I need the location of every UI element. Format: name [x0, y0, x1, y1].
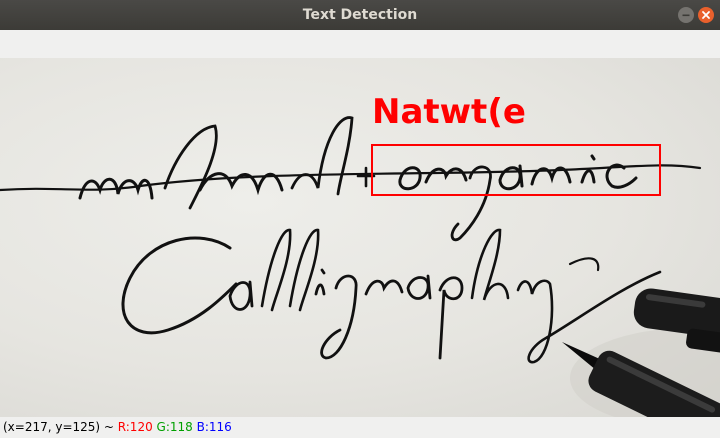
minimize-button[interactable]	[678, 7, 694, 23]
blue-value: B:116	[196, 420, 232, 434]
window-title: Text Detection	[302, 7, 418, 23]
calligraphy-image	[0, 116, 720, 417]
toolbar-area	[0, 30, 720, 58]
detection-bounding-box	[371, 144, 661, 196]
detected-text-label: Natwt(e	[372, 92, 526, 132]
close-icon	[702, 11, 710, 19]
title-bar[interactable]: Text Detection	[0, 0, 720, 30]
minimize-icon	[682, 14, 690, 17]
status-bar: (x=217, y=125) ~ R:120 G:118 B:116	[0, 417, 720, 438]
image-canvas[interactable]: Natwt(e	[0, 58, 720, 417]
close-button[interactable]	[698, 7, 714, 23]
green-value: G:118	[156, 420, 193, 434]
cursor-coordinates: (x=217, y=125) ~	[3, 420, 118, 434]
app-window: Text Detection Natwt(e (x=217, y=125) ~ …	[0, 0, 720, 438]
red-value: R:120	[117, 420, 153, 434]
